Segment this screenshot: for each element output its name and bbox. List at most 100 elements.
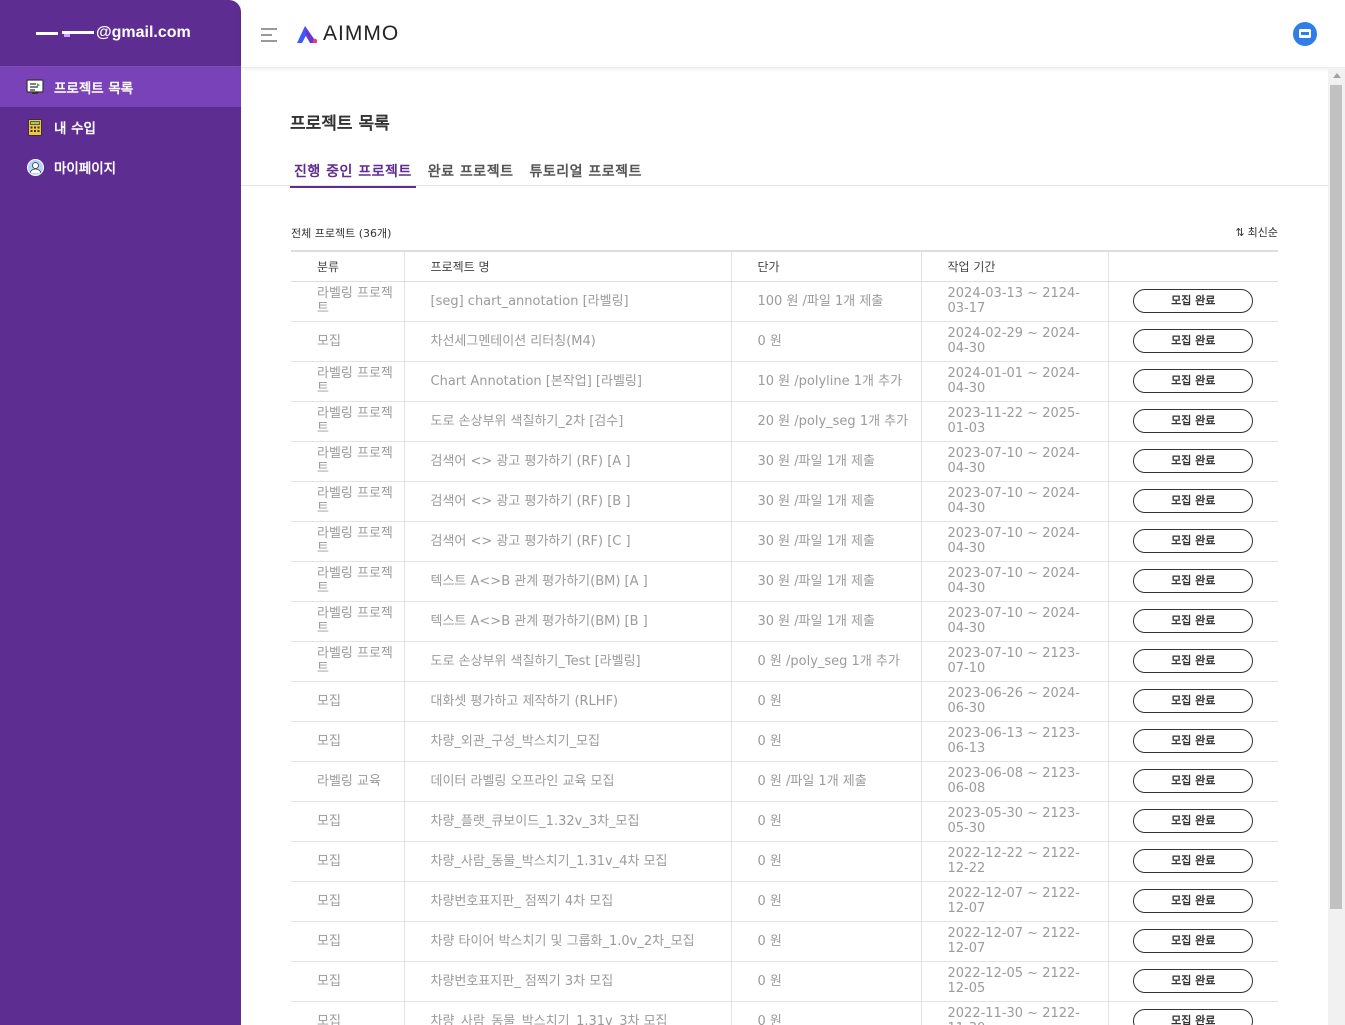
status-cell: 모집 완료 (1108, 761, 1278, 802)
tab-tutorial[interactable]: 튜토리얼 프로젝트 (525, 161, 645, 188)
table-row[interactable]: 라벨링 프로젝트 텍스트 A<>B 관계 평가하기(BM) [B ] 30 원 /파… (291, 601, 1278, 642)
recruitment-closed-button[interactable]: 모집 완료 (1133, 609, 1254, 633)
status-cell: 모집 완료 (1108, 521, 1278, 562)
recruitment-closed-button[interactable]: 모집 완료 (1133, 369, 1254, 393)
aimmo-logo[interactable]: AIMMO (295, 22, 399, 46)
list-board-icon (26, 78, 44, 96)
recruitment-closed-button[interactable]: 모집 완료 (1133, 969, 1254, 993)
table-row[interactable]: 라벨링 프로젝트 검색어 <> 광고 평가하기 (RF) [C ] 30 원 /파일… (291, 521, 1278, 562)
recruitment-closed-button[interactable]: 모집 완료 (1133, 289, 1254, 313)
sidebar-item-label: 마이페이지 (54, 161, 117, 177)
status-cell: 모집 완료 (1108, 801, 1278, 842)
recruitment-closed-button[interactable]: 모집 완료 (1133, 809, 1254, 833)
table-row[interactable]: 모집 차량_외관_구성_박스치기_모집 0 원 2023-06-13 ~ 2123-0… (291, 721, 1278, 762)
category-cell: 라벨링 교육 (291, 761, 405, 802)
table-row[interactable]: 라벨링 프로젝트 [seg] chart_annotation [라벨링] 100 … (291, 281, 1278, 322)
main-content: 프로젝트 목록 진행 중인 프로젝트 완료 프로젝트 튜토리얼 프로젝트 전체 … (241, 69, 1328, 1025)
period-cell: 2023-05-30 ~ 2123-05-30 (921, 801, 1109, 842)
table-row[interactable]: 라벨링 프로젝트 텍스트 A<>B 관계 평가하기(BM) [A ] 30 원 /파… (291, 561, 1278, 602)
period-cell: 2024-03-13 ~ 2124-03-17 (921, 281, 1109, 322)
project-name-cell: 검색어 <> 광고 평가하기 (RF) [C ] (404, 521, 732, 562)
table-row[interactable]: 모집 차량_사람_동물_박스치기_1.31v_4차 모집 0 원 2022-12-22… (291, 841, 1278, 882)
status-cell: 모집 완료 (1108, 641, 1278, 682)
table-row[interactable]: 라벨링 프로젝트 검색어 <> 광고 평가하기 (RF) [A ] 30 원 /파일… (291, 441, 1278, 482)
period-cell: 2023-07-10 ~ 2024-04-30 (921, 521, 1109, 562)
sidebar-item-project-list[interactable]: 프로젝트 목록 (0, 67, 241, 107)
period-cell: 2023-06-26 ~ 2024-06-30 (921, 681, 1109, 722)
project-name-cell: 텍스트 A<>B 관계 평가하기(BM) [B ] (404, 601, 732, 642)
table-row[interactable]: 라벨링 프로젝트 Chart Annotation [본작업] [라벨링] 10 원… (291, 361, 1278, 402)
table-row[interactable]: 라벨링 프로젝트 도로 손상부위 색칠하기_2차 [검수] 20 원 /poly_s… (291, 401, 1278, 442)
price-cell: 0 원 (731, 961, 922, 1002)
tab-completed[interactable]: 완료 프로젝트 (424, 161, 518, 188)
table-row[interactable]: 모집 대화셋 평가하고 제작하기 (RLHF) 0 원 2023-06-26 ~ 20… (291, 681, 1278, 722)
table-row[interactable]: 모집 차량번호표지판_ 점찍기 4차 모집 0 원 2022-12-07 ~ 2122… (291, 881, 1278, 922)
recruitment-closed-button[interactable]: 모집 완료 (1133, 329, 1254, 353)
project-name-cell: 대화셋 평가하고 제작하기 (RLHF) (404, 681, 732, 722)
recruitment-closed-button[interactable]: 모집 완료 (1133, 889, 1254, 913)
recruitment-closed-button[interactable]: 모집 완료 (1133, 489, 1254, 513)
table-row[interactable]: 라벨링 프로젝트 검색어 <> 광고 평가하기 (RF) [B ] 30 원 /파일… (291, 481, 1278, 522)
period-cell: 2023-06-08 ~ 2123-06-08 (921, 761, 1109, 802)
masked-email-prefix (36, 28, 94, 38)
email-suffix: @gmail.com (96, 24, 191, 41)
category-cell: 모집 (291, 921, 405, 962)
project-name-cell: 도로 손상부위 색칠하기_Test [라벨링] (404, 641, 732, 682)
category-cell: 라벨링 프로젝트 (291, 481, 405, 522)
recruitment-closed-button[interactable]: 모집 완료 (1133, 729, 1254, 753)
status-cell: 모집 완료 (1108, 1001, 1278, 1025)
chat-support-button[interactable] (1293, 22, 1317, 46)
recruitment-closed-button[interactable]: 모집 완료 (1133, 689, 1254, 713)
scroll-up-arrow-icon[interactable] (1333, 73, 1341, 78)
table-row[interactable]: 모집 차량_플랫_큐보이드_1.32v_3차_모집 0 원 2023-05-30 ~ … (291, 801, 1278, 842)
price-cell: 0 원 (731, 801, 922, 842)
period-cell: 2023-06-13 ~ 2123-06-13 (921, 721, 1109, 762)
price-cell: 0 원 /파일 1개 제출 (731, 761, 922, 802)
chat-icon (1299, 29, 1311, 38)
category-cell: 모집 (291, 681, 405, 722)
recruitment-closed-button[interactable]: 모집 완료 (1133, 409, 1254, 433)
status-cell: 모집 완료 (1108, 401, 1278, 442)
sidebar-item-label: 프로젝트 목록 (54, 81, 134, 97)
table-row[interactable]: 모집 차량_사람_동물_박스치기_1.31v_3차 모집 0 원 2022-11-30… (291, 1001, 1278, 1025)
sidebar-item-label: 내 수입 (54, 121, 96, 137)
hamburger-menu-icon[interactable] (261, 28, 279, 46)
project-tabs: 진행 중인 프로젝트 완료 프로젝트 튜토리얼 프로젝트 (290, 161, 654, 188)
period-cell: 2023-07-10 ~ 2024-04-30 (921, 561, 1109, 602)
table-row[interactable]: 모집 차선세그멘테이션 리터칭(M4) 0 원 2024-02-29 ~ 2024-0… (291, 321, 1278, 362)
sort-button[interactable]: ⇅ 최신순 (1235, 224, 1278, 240)
tab-in-progress[interactable]: 진행 중인 프로젝트 (290, 161, 416, 188)
category-cell: 라벨링 프로젝트 (291, 281, 405, 322)
price-cell: 0 원 (731, 841, 922, 882)
recruitment-closed-button[interactable]: 모집 완료 (1133, 929, 1254, 953)
table-row[interactable]: 모집 차량번호표지판_ 점찍기 3차 모집 0 원 2022-12-05 ~ 2122… (291, 961, 1278, 1002)
page-scrollbar[interactable] (1328, 69, 1345, 1025)
sidebar-item-my-page[interactable]: 마이페이지 (0, 147, 241, 187)
project-name-cell: 차선세그멘테이션 리터칭(M4) (404, 321, 732, 362)
scroll-thumb[interactable] (1330, 85, 1342, 909)
recruitment-closed-button[interactable]: 모집 완료 (1133, 1009, 1254, 1025)
sidebar-item-my-income[interactable]: 내 수입 (0, 107, 241, 147)
table-row[interactable]: 모집 차량 타이어 박스치기 및 그룹화_1.0v_2차_모집 0 원 2022-12… (291, 921, 1278, 962)
recruitment-closed-button[interactable]: 모집 완료 (1133, 569, 1254, 593)
recruitment-closed-button[interactable]: 모집 완료 (1133, 849, 1254, 873)
price-cell: 0 원 /poly_seg 1개 추가 (731, 641, 922, 682)
recruitment-closed-button[interactable]: 모집 완료 (1133, 449, 1254, 473)
status-cell: 모집 완료 (1108, 961, 1278, 1002)
status-cell: 모집 완료 (1108, 601, 1278, 642)
period-cell: 2022-12-07 ~ 2122-12-07 (921, 921, 1109, 962)
table-row[interactable]: 라벨링 교육 데이터 라벨링 오프라인 교육 모집 0 원 /파일 1개 제출 202… (291, 761, 1278, 802)
price-cell: 0 원 (731, 921, 922, 962)
recruitment-closed-button[interactable]: 모집 완료 (1133, 529, 1254, 553)
table-row[interactable]: 라벨링 프로젝트 도로 손상부위 색칠하기_Test [라벨링] 0 원 /poly… (291, 641, 1278, 682)
recruitment-closed-button[interactable]: 모집 완료 (1133, 769, 1254, 793)
category-cell: 모집 (291, 321, 405, 362)
category-cell: 라벨링 프로젝트 (291, 561, 405, 602)
price-cell: 100 원 /파일 1개 제출 (731, 281, 922, 322)
recruitment-closed-button[interactable]: 모집 완료 (1133, 649, 1254, 673)
column-header-price: 단가 (731, 250, 922, 282)
category-cell: 라벨링 프로젝트 (291, 641, 405, 682)
price-cell: 0 원 (731, 721, 922, 762)
category-cell: 라벨링 프로젝트 (291, 521, 405, 562)
category-cell: 모집 (291, 881, 405, 922)
